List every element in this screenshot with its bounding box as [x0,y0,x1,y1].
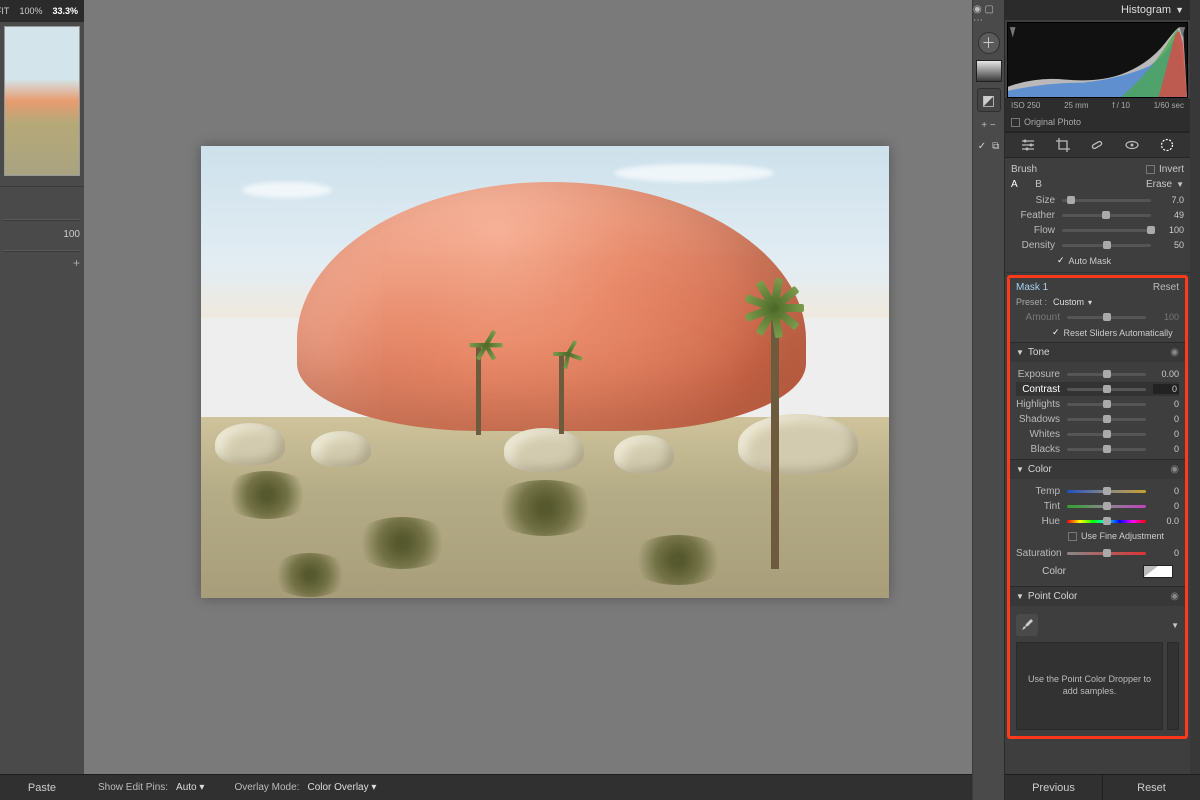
mask-name-label[interactable]: Mask 1 [1016,282,1048,293]
original-photo-row[interactable]: Original Photo [1005,113,1190,132]
zoom-fit[interactable]: FIT [0,6,9,16]
pointcolor-side-slider[interactable] [1167,642,1179,730]
exposure-slider[interactable]: Exposure0.00 [1016,367,1179,381]
density-slider[interactable]: Density50 [1011,238,1184,252]
hue-slider[interactable]: Hue0.0 [1016,514,1179,528]
feather-slider[interactable]: Feather49 [1011,208,1184,222]
mask-reset-button[interactable]: Reset [1153,282,1179,293]
size-slider[interactable]: Size7.0 [1011,193,1184,207]
brush-title: Brush [1011,164,1037,175]
overlay-mode-select[interactable]: Color Overlay ▾ [307,782,376,793]
previous-button[interactable]: Previous [1005,775,1102,800]
original-photo-checkbox[interactable] [1011,118,1020,127]
color-panel-header[interactable]: ▼Color◉ [1010,459,1185,479]
meta-iso: ISO 250 [1011,101,1040,110]
pointcolor-dropper-button[interactable] [1016,614,1038,636]
meta-aperture: f / 10 [1112,101,1130,110]
contrast-slider[interactable]: Contrast0 [1016,382,1179,396]
preset-label: Preset : [1016,297,1047,307]
shadows-slider[interactable]: Shadows0 [1016,412,1179,426]
crop-icon[interactable] [1055,137,1071,153]
invert-toggle[interactable]: Invert [1146,164,1184,175]
mask-toolstrip: ◉ ▢ ⋯ ＋ ◩ + − ✓ ⧉ [972,0,1004,800]
app-root: FIT 100% 33.3% 100 + Paste [0,0,1200,800]
toolstrip-check-icon[interactable]: ✓ [978,141,986,152]
fine-adjust-toggle[interactable]: Use Fine Adjustment [1016,529,1179,545]
left-slider-value: 100 [0,223,84,250]
toolstrip-clipboard-icon[interactable]: ⧉ [992,141,999,152]
color-section: Temp0 Tint0 Hue0.0 Use Fine Adjustment S… [1010,479,1185,586]
brush-section: Brush Invert A B Erase▼ Size7.0 Feather4… [1005,158,1190,273]
histogram-meta: ISO 250 25 mm f / 10 1/60 sec [1005,98,1190,113]
meta-shutter: 1/60 sec [1154,101,1184,110]
paste-button[interactable]: Paste [0,774,84,800]
meta-focal: 25 mm [1064,101,1088,110]
mask-header: Mask 1 Reset [1010,278,1185,295]
histogram[interactable] [1007,22,1188,98]
color-swatch[interactable] [1143,565,1173,578]
add-mask-button[interactable]: ＋ [978,32,1000,54]
sliders-icon[interactable] [1020,137,1036,153]
tone-section: Exposure0.00 Contrast0 Highlights0 Shado… [1010,362,1185,459]
canvas-column: Show Edit Pins: Auto ▾ Overlay Mode: Col… [84,0,972,800]
preset-select[interactable]: Custom ▾ [1053,297,1092,307]
navigator-thumbnail[interactable] [4,26,80,176]
zoom-100[interactable]: 100% [19,6,42,16]
right-scrollbar[interactable] [1190,0,1200,774]
mask-adjustments-highlight: Mask 1 Reset Preset : Custom ▾ Amount100… [1007,275,1188,739]
heal-icon[interactable] [1089,137,1105,153]
show-pins-select[interactable]: Auto ▾ [176,782,204,793]
overlay-mode-label: Overlay Mode: [234,782,299,793]
mask-thumbnail[interactable] [976,60,1002,82]
flow-slider[interactable]: Flow100 [1011,223,1184,237]
adjust-tool-row [1005,132,1190,158]
left-slider-track[interactable] [4,219,80,221]
right-panel: Histogram▼ ISO 250 25 mm f / 10 1/60 sec [1004,0,1200,800]
canvas-area[interactable] [84,0,972,774]
toolstrip-confirm-row: ✓ ⧉ [978,141,1000,152]
color-visibility-icon[interactable]: ◉ [1170,464,1179,475]
histogram-header[interactable]: Histogram▼ [1005,0,1190,20]
color-swatch-row[interactable]: Color [1016,561,1179,584]
tone-visibility-icon[interactable]: ◉ [1170,347,1179,358]
toolstrip-visibility-icons[interactable]: ◉ ▢ ⋯ [973,4,1004,26]
auto-reset-toggle[interactable]: ✓Reset Sliders Automatically [1010,325,1185,342]
toolstrip-mini-controls[interactable]: + − [981,120,995,131]
whites-slider[interactable]: Whites0 [1016,427,1179,441]
pointcolor-panel-header[interactable]: ▼Point Color◉ [1010,586,1185,606]
blacks-slider[interactable]: Blacks0 [1016,442,1179,456]
tone-panel-header[interactable]: ▼Tone◉ [1010,342,1185,362]
overlay-bar: Show Edit Pins: Auto ▾ Overlay Mode: Col… [84,774,972,800]
right-footer: Previous Reset [1005,774,1200,800]
zoom-current[interactable]: 33.3% [52,6,78,16]
show-pins-label: Show Edit Pins: [98,782,168,793]
right-side: ◉ ▢ ⋯ ＋ ◩ + − ✓ ⧉ Histogram▼ [972,0,1200,800]
pointcolor-visibility-icon[interactable]: ◉ [1170,591,1179,602]
mask-tool-icon[interactable] [1159,137,1175,153]
left-panel: FIT 100% 33.3% 100 + Paste [0,0,84,800]
eye-tool-icon[interactable] [1124,137,1140,153]
temp-slider[interactable]: Temp0 [1016,484,1179,498]
zoom-bar: FIT 100% 33.3% [0,0,84,22]
automask-toggle[interactable]: ✓Auto Mask [1011,253,1184,270]
tint-slider[interactable]: Tint0 [1016,499,1179,513]
highlights-slider[interactable]: Highlights0 [1016,397,1179,411]
photo-preview [201,146,889,598]
erase-button[interactable]: Erase▼ [1146,179,1184,190]
preset-row: Preset : Custom ▾ [1010,295,1185,309]
mask-toggle-button[interactable]: ◩ [977,88,1001,112]
brush-ab-selector[interactable]: A B [1011,179,1042,190]
pointcolor-hint: Use the Point Color Dropper to add sampl… [1016,642,1163,730]
amount-slider[interactable]: Amount100 [1010,310,1185,324]
add-collection-button[interactable]: + [0,254,84,272]
pointcolor-expand-icon[interactable]: ▼ [1171,621,1179,630]
pointcolor-section: ▼ Use the Point Color Dropper to add sam… [1010,606,1185,736]
saturation-slider[interactable]: Saturation0 [1016,546,1179,560]
reset-button[interactable]: Reset [1102,775,1200,800]
